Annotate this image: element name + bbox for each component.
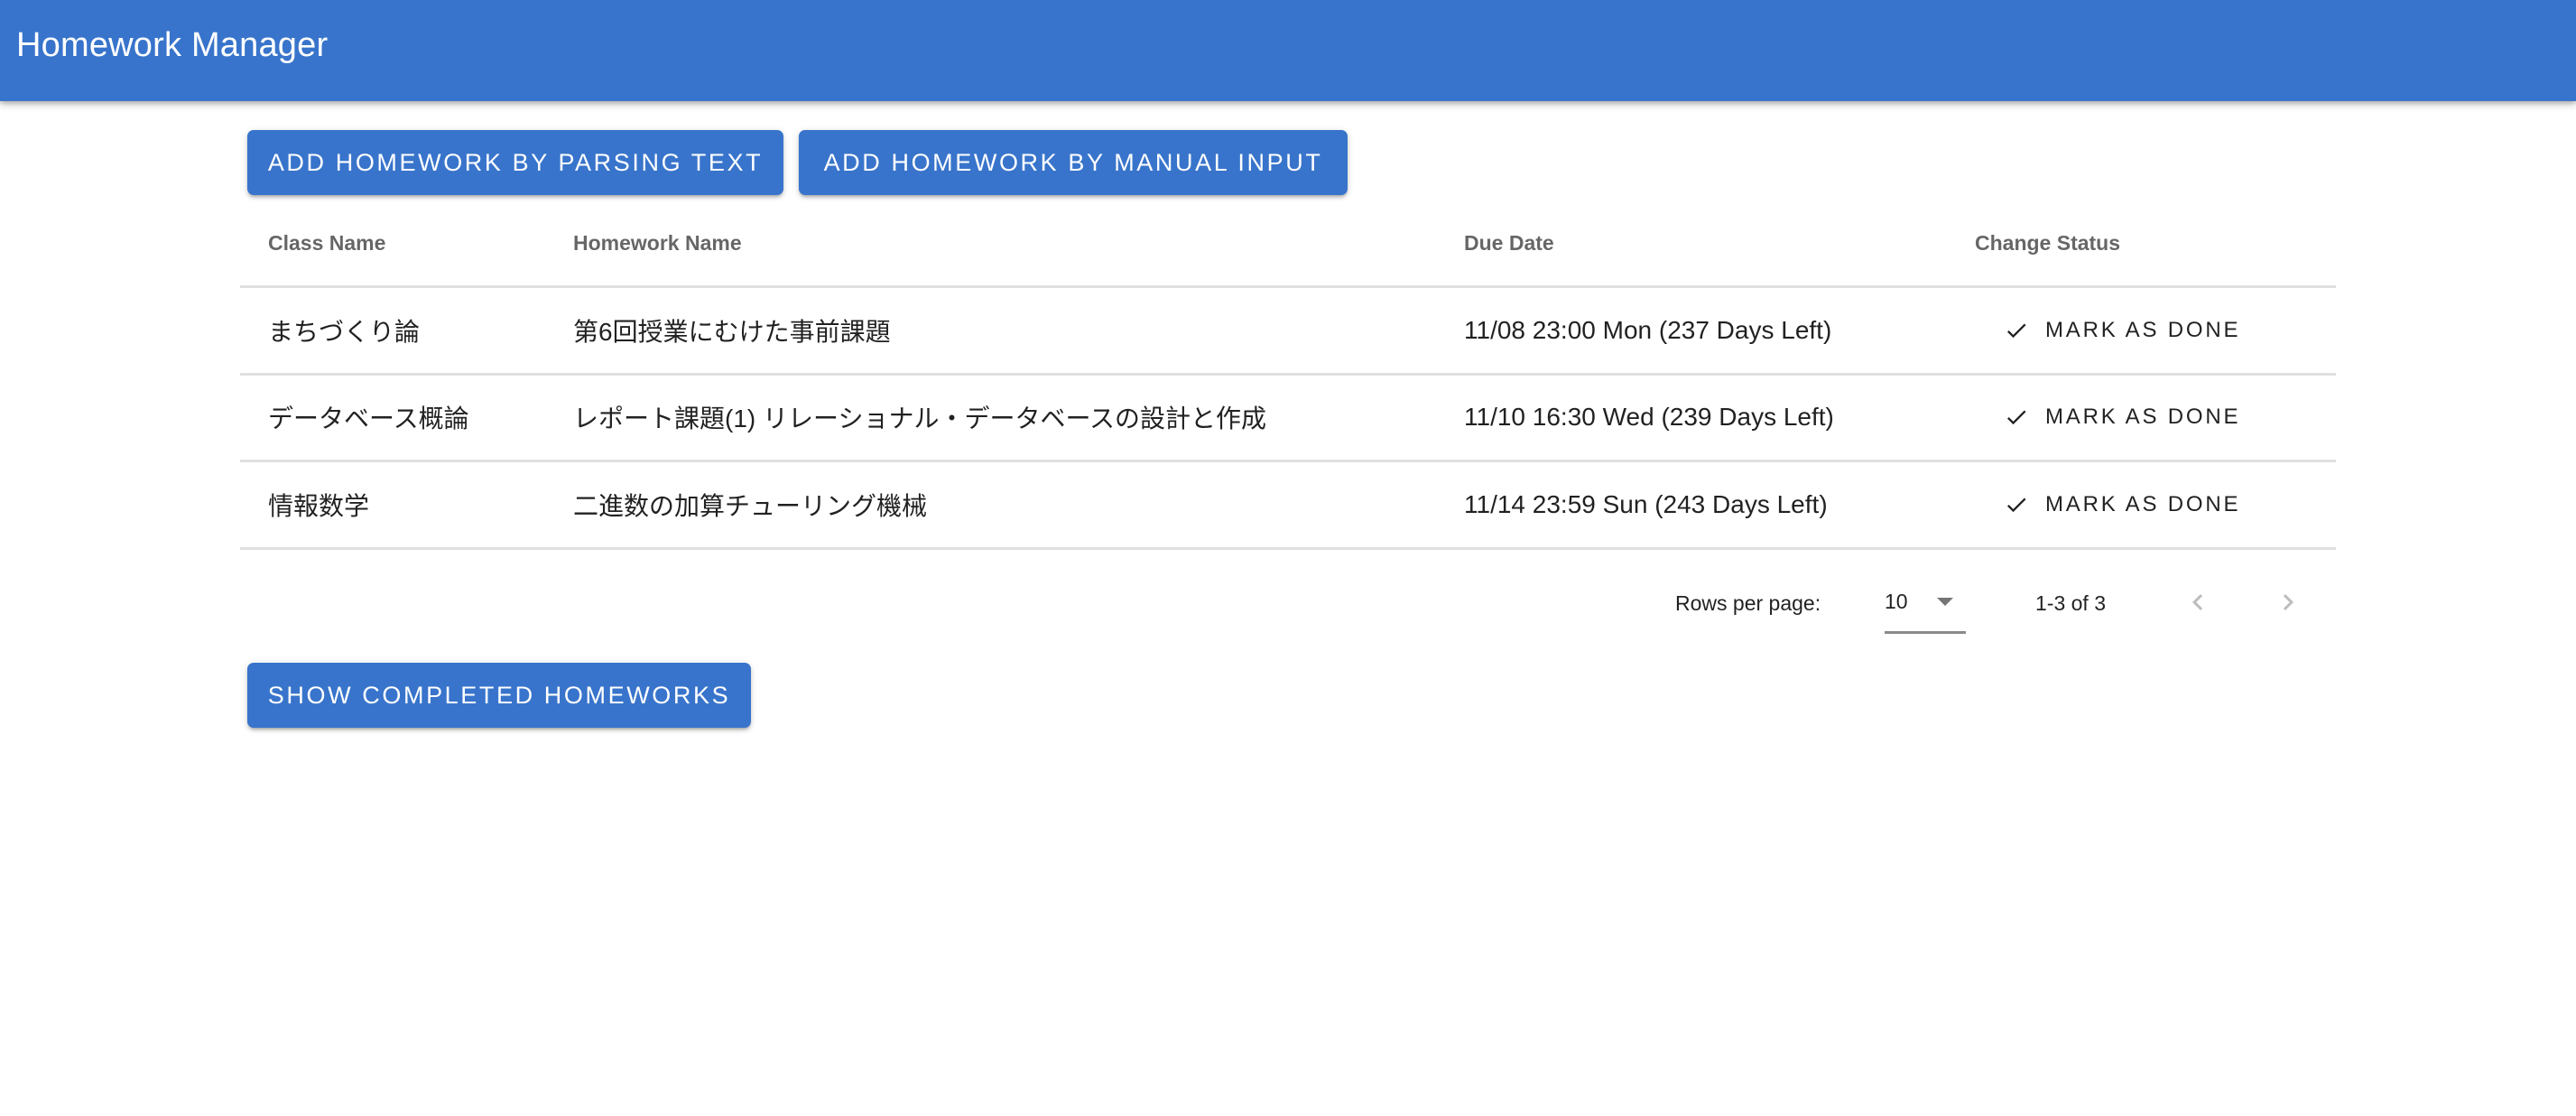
class-name-cell: まちづくり論 <box>268 317 421 346</box>
show-completed-homeworks-button[interactable]: Show Completed Homeworks <box>247 663 751 728</box>
chevron-left-icon <box>2182 586 2214 621</box>
homework-name-cell: 第6回授業にむけた事前課題 <box>573 317 891 346</box>
mark-as-done-label: Mark as Done <box>2045 491 2241 516</box>
table-row: データベース概論 レポート課題(1) リレーショナル・データベースの設計と作成 … <box>240 376 2336 462</box>
homework-name-cell: 二進数の加算チューリング機械 <box>573 491 928 520</box>
add-homework-by-parsing-text-button[interactable]: Add Homework by Parsing Text <box>247 130 783 195</box>
column-header-change-status: Change Status <box>1975 230 2121 255</box>
mark-as-done-button[interactable]: Mark as Done <box>1991 390 2253 444</box>
next-page-button[interactable] <box>2266 581 2310 625</box>
due-date-cell: 11/10 16:30 Wed (239 Days Left) <box>1464 403 1834 432</box>
rows-per-page-select[interactable]: 10 <box>1885 572 1966 634</box>
table-pagination: Rows per page: 10 1-3 of 3 <box>240 572 2336 634</box>
column-header-homework-name: Homework Name <box>573 230 742 255</box>
check-icon <box>2004 318 2029 343</box>
column-header-class-name: Class Name <box>268 230 386 255</box>
table-row: まちづくり論 第6回授業にむけた事前課題 11/08 23:00 Mon (23… <box>240 288 2336 376</box>
rows-per-page-label: Rows per page: <box>1675 591 1821 615</box>
mark-as-done-button[interactable]: Mark as Done <box>1991 478 2253 532</box>
class-name-cell: データベース概論 <box>268 405 469 433</box>
homework-table: Class Name Homework Name Due Date Change… <box>240 200 2336 550</box>
due-date-cell: 11/14 23:59 Sun (243 Days Left) <box>1464 489 1828 518</box>
table-header-row: Class Name Homework Name Due Date Change… <box>240 200 2336 288</box>
check-icon <box>2004 405 2029 430</box>
mark-as-done-label: Mark as Done <box>2045 317 2241 342</box>
app-bar: Homework Manager <box>0 0 2576 101</box>
check-icon <box>2004 492 2029 517</box>
class-name-cell: 情報数学 <box>268 491 370 520</box>
due-date-cell: 11/08 23:00 Mon (237 Days Left) <box>1464 315 1832 344</box>
homework-name-cell: レポート課題(1) リレーショナル・データベースの設計と作成 <box>573 405 1267 433</box>
previous-page-button[interactable] <box>2176 581 2219 625</box>
mark-as-done-button[interactable]: Mark as Done <box>1991 303 2253 358</box>
app-title: Homework Manager <box>16 26 329 64</box>
dropdown-arrow-icon <box>1937 598 1953 606</box>
chevron-right-icon <box>2272 586 2304 621</box>
page-range-text: 1-3 of 3 <box>2035 591 2106 615</box>
rows-per-page-value: 10 <box>1885 590 1908 613</box>
mark-as-done-label: Mark as Done <box>2045 405 2241 430</box>
add-homework-by-manual-input-button[interactable]: Add Homework by Manual Input <box>799 130 1348 195</box>
column-header-due-date: Due Date <box>1464 230 1554 255</box>
table-row: 情報数学 二進数の加算チューリング機械 11/14 23:59 Sun (243… <box>240 462 2336 550</box>
